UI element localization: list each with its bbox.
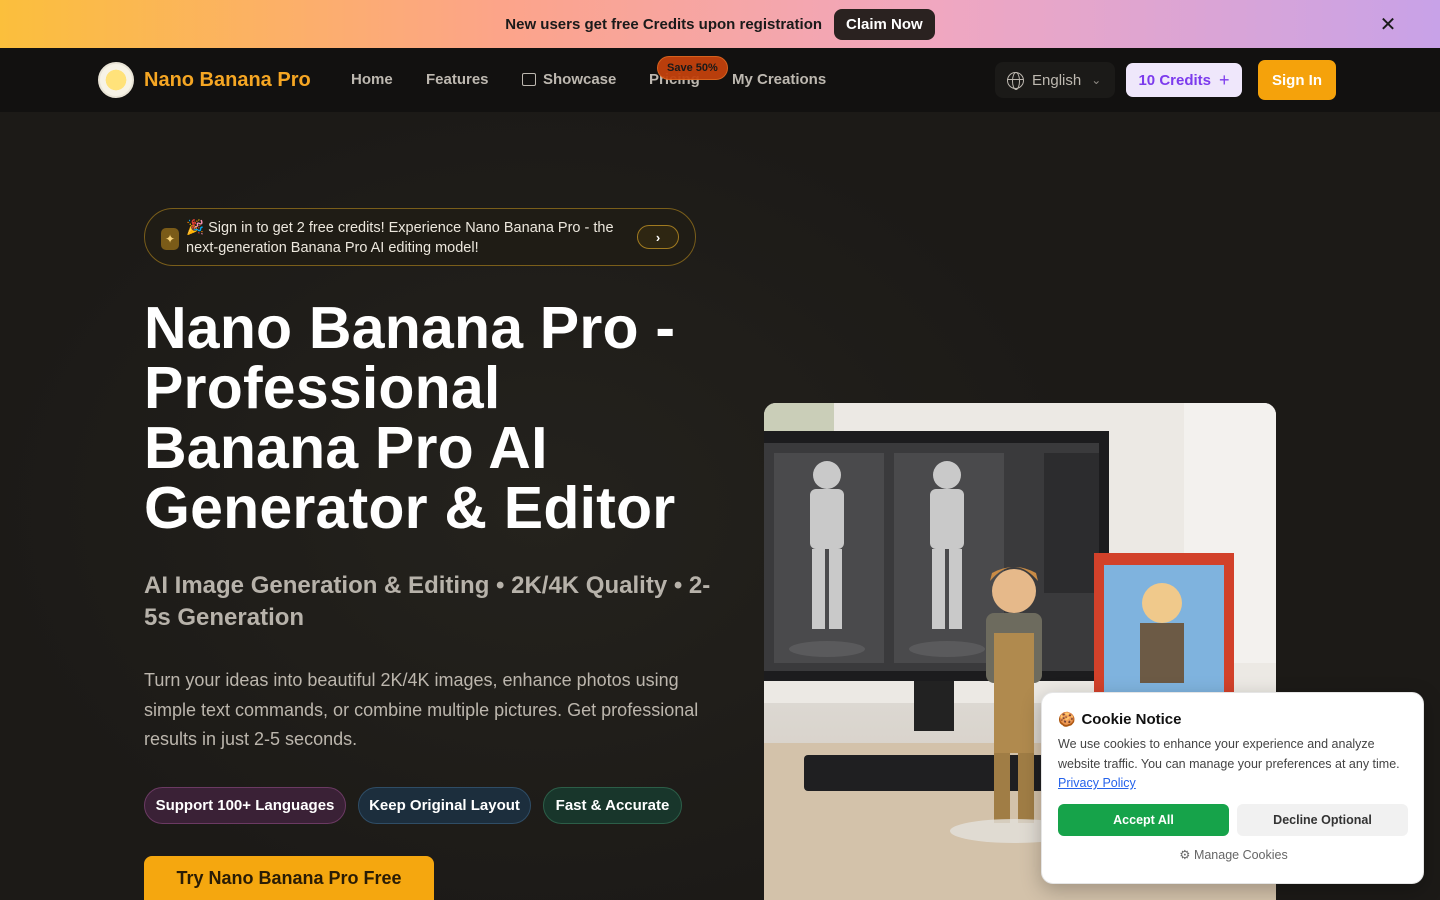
manage-cookies-label: Manage Cookies xyxy=(1193,848,1288,862)
nav-showcase[interactable]: Showcase xyxy=(522,71,616,88)
language-selector[interactable]: English ⌄ xyxy=(995,62,1115,98)
hero-title: Nano Banana Pro - Professional Banana Pr… xyxy=(144,295,676,541)
pricing-discount-badge: Save 50% xyxy=(657,56,728,80)
brand-name: Nano Banana Pro xyxy=(144,68,311,91)
nav-home[interactable]: Home xyxy=(351,71,393,88)
plus-icon: + xyxy=(1219,69,1230,90)
promo-banner: New users get free Credits upon registra… xyxy=(0,0,1440,48)
cookie-icon: 🍪 xyxy=(1058,711,1076,727)
brand[interactable]: Nano Banana Pro xyxy=(98,62,311,98)
chevron-right-icon[interactable]: › xyxy=(637,225,679,249)
announcement-text: 🎉 Sign in to get 2 free credits! Experie… xyxy=(186,220,614,256)
credits-label: 10 Credits xyxy=(1138,71,1212,89)
privacy-policy-link[interactable]: Privacy Policy xyxy=(1058,776,1136,790)
nav-showcase-label: Showcase xyxy=(543,71,617,88)
manage-cookies-button[interactable]: ⚙ Manage Cookies xyxy=(1042,847,1425,862)
hero-description: Turn your ideas into beautiful 2K/4K ima… xyxy=(144,670,699,749)
nav-features[interactable]: Features xyxy=(426,71,489,88)
cookie-message: We use cookies to enhance your experienc… xyxy=(1058,737,1400,771)
gear-icon: ⚙ xyxy=(1179,848,1191,862)
close-icon[interactable]: ✕ xyxy=(1376,12,1400,36)
globe-icon xyxy=(1007,71,1024,90)
nav-my-creations[interactable]: My Creations xyxy=(732,71,826,88)
feature-tag-languages: Support 100+ Languages xyxy=(144,787,346,824)
accept-all-button[interactable]: Accept All xyxy=(1058,804,1229,836)
announcement-banner[interactable]: ✦ 🎉 Sign in to get 2 free credits! Exper… xyxy=(144,208,696,266)
image-icon xyxy=(522,73,536,86)
try-free-button[interactable]: Try Nano Banana Pro Free xyxy=(144,856,434,900)
decline-optional-button[interactable]: Decline Optional xyxy=(1237,804,1408,836)
claim-now-button[interactable]: Claim Now xyxy=(834,8,935,40)
top-navigation: Nano Banana Pro Home Features Showcase P… xyxy=(0,48,1440,112)
cookie-notice: 🍪 Cookie Notice We use cookies to enhanc… xyxy=(1041,692,1424,884)
feature-tag-fast: Fast & Accurate xyxy=(543,787,682,824)
feature-tag-layout: Keep Original Layout xyxy=(358,787,531,824)
hero-subtitle: AI Image Generation & Editing • 2K/4K Qu… xyxy=(144,572,711,631)
cookie-text: We use cookies to enhance your experienc… xyxy=(1058,735,1408,794)
cookie-title-text: Cookie Notice xyxy=(1081,711,1182,728)
sparkle-icon: ✦ xyxy=(161,228,179,250)
sign-in-button[interactable]: Sign In xyxy=(1258,60,1336,100)
language-label: English xyxy=(1032,71,1082,89)
cookie-title: 🍪 Cookie Notice xyxy=(1058,711,1181,728)
chevron-down-icon: ⌄ xyxy=(1091,73,1102,87)
promo-message: New users get free Credits upon registra… xyxy=(505,15,823,33)
credits-button[interactable]: 10 Credits + xyxy=(1126,63,1242,97)
banana-logo-icon xyxy=(98,62,134,98)
